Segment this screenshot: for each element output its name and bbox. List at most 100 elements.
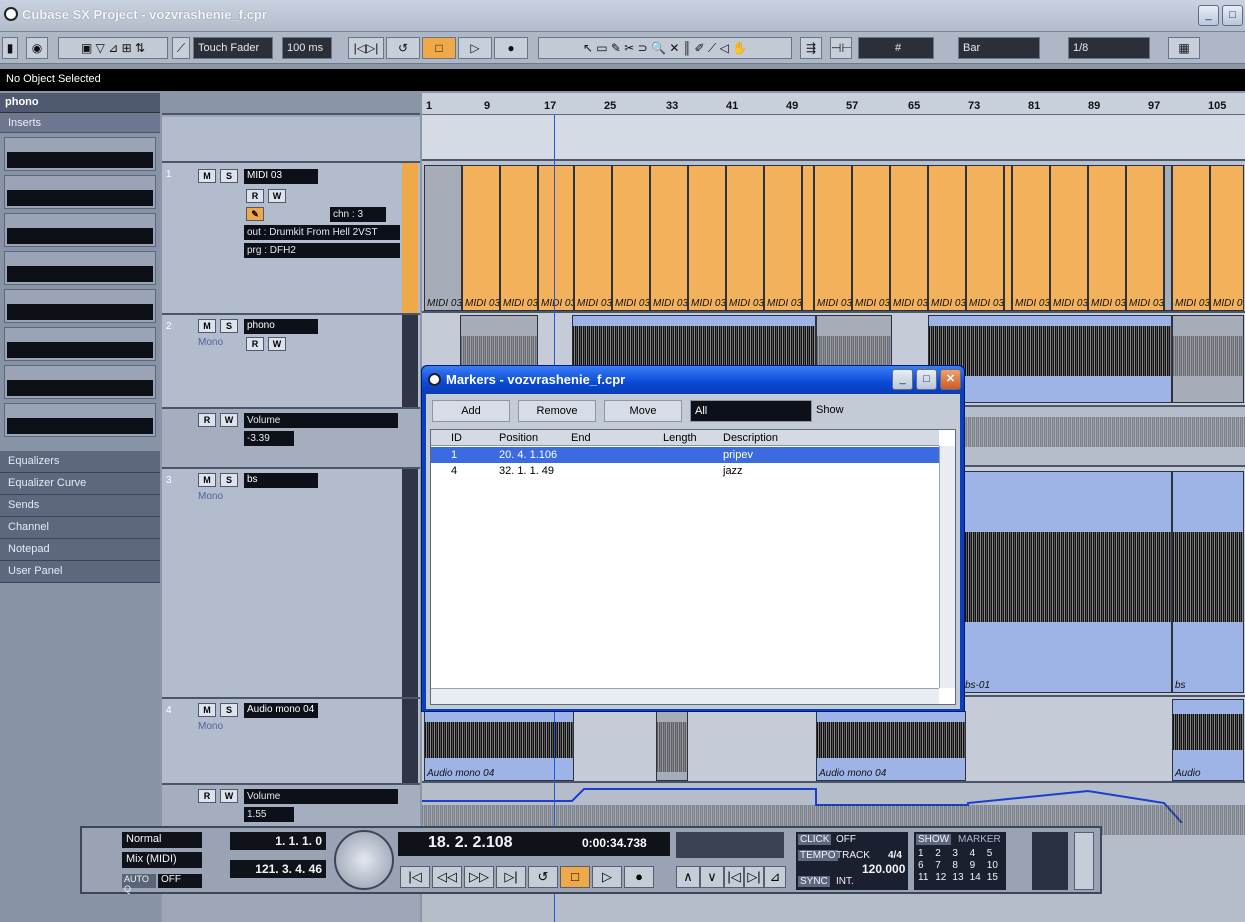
column-header[interactable]: Description — [723, 432, 778, 444]
read-button[interactable]: R — [198, 413, 216, 427]
midi-part[interactable]: MIDI 03 — [462, 165, 500, 311]
record-button[interactable]: ● — [624, 866, 654, 888]
vertical-scrollbar[interactable] — [939, 446, 955, 688]
track-select-strip[interactable] — [402, 163, 418, 313]
click-label[interactable]: CLICK — [798, 834, 832, 845]
equalizers-section[interactable]: Equalizers — [0, 451, 160, 473]
show-markers-button[interactable]: SHOW — [916, 834, 952, 845]
equalizer-curve-section[interactable]: Equalizer Curve — [0, 473, 160, 495]
column-header[interactable]: ID — [451, 432, 462, 444]
automation-parameter-select[interactable]: Volume — [244, 789, 398, 804]
midi-part[interactable]: MIDI 03 — [538, 165, 574, 311]
midi-lane[interactable]: MIDI 03 MIDI 03 MIDI 03 MIDI 03 MIDI 03 … — [422, 161, 1245, 313]
midi-part[interactable]: MIDI 03 — [726, 165, 764, 311]
write-button[interactable]: W — [268, 189, 286, 203]
insert-slot[interactable] — [4, 137, 156, 171]
cycle-button[interactable]: ↺ — [386, 37, 420, 59]
stop-button[interactable]: □ — [560, 866, 590, 888]
mute-button[interactable]: M — [198, 473, 216, 487]
midi-part[interactable]: MIDI 03 — [688, 165, 726, 311]
midi-part[interactable]: MIDI 03 — [1088, 165, 1126, 311]
constrain-delay-icon[interactable]: ◉ — [26, 37, 48, 59]
write-button[interactable]: W — [268, 337, 286, 351]
track-select-strip[interactable] — [402, 469, 418, 697]
marker-locate-button[interactable]: 4 — [970, 848, 987, 859]
solo-button[interactable]: S — [220, 473, 238, 487]
goto-start-button[interactable]: |◁ — [400, 866, 430, 888]
ruler[interactable]: 1 9 17 25 33 41 49 57 65 73 81 89 97 105 — [422, 93, 1245, 115]
insert-slot[interactable] — [4, 365, 156, 399]
markers-title-bar[interactable]: Markers - vozvrashenie_f.cpr _ □ ✕ — [422, 366, 964, 394]
midi-part[interactable]: MIDI 03 — [1126, 165, 1164, 311]
midi-part[interactable]: MIDI 03 — [650, 165, 688, 311]
midi-output-field[interactable]: out : Drumkit From Hell 2VST — [244, 225, 400, 240]
marker-locate-button[interactable]: 6 — [918, 860, 935, 871]
midi-part[interactable]: MIDI 03 — [764, 165, 802, 311]
marker-locate-button[interactable]: 8 — [952, 860, 969, 871]
column-header[interactable]: End — [571, 432, 591, 444]
audio-part[interactable]: Audio mono 04 — [816, 711, 966, 781]
grid-type-select[interactable]: # — [858, 37, 934, 59]
midi-part[interactable]: MIDI 03 — [852, 165, 890, 311]
audio-part[interactable]: Audio — [1172, 699, 1244, 781]
insert-slot[interactable] — [4, 327, 156, 361]
stop-button[interactable]: □ — [422, 37, 456, 59]
insert-slot[interactable] — [4, 213, 156, 247]
marker-locate-button[interactable]: 2 — [935, 848, 952, 859]
audio-part[interactable]: bs — [1172, 471, 1244, 693]
midi-part[interactable]: MIDI 03 — [424, 165, 462, 311]
next-marker-button[interactable]: ▷| — [744, 866, 764, 888]
marker-lane[interactable] — [422, 115, 1245, 161]
insert-slot[interactable] — [4, 289, 156, 323]
midi-part[interactable] — [802, 165, 814, 311]
read-button[interactable]: R — [246, 189, 264, 203]
automation-parameter-select[interactable]: Volume — [244, 413, 398, 428]
midi-part[interactable]: MIDI 03 — [500, 165, 538, 311]
solo-button[interactable]: S — [220, 169, 238, 183]
midi-part[interactable]: MIDI 03 — [1210, 165, 1244, 311]
rewind-button[interactable]: ◁◁ — [432, 866, 462, 888]
midi-part[interactable]: MIDI 03 — [966, 165, 1004, 311]
audio-part[interactable]: bs-01 — [962, 471, 1172, 693]
maximize-button[interactable]: □ — [1222, 5, 1243, 26]
midi-part[interactable]: MIDI 03 — [1172, 165, 1210, 311]
maximize-button[interactable]: □ — [916, 369, 937, 390]
track-bs[interactable]: 3 M S bs Mono — [162, 469, 420, 699]
marker-locate-button[interactable]: 5 — [987, 848, 1004, 859]
audio-part[interactable] — [656, 711, 688, 781]
close-button[interactable]: ✕ — [940, 369, 961, 390]
mute-button[interactable]: M — [198, 169, 216, 183]
goto-start-button[interactable]: |◁▷| — [348, 37, 384, 59]
sends-section[interactable]: Sends — [0, 495, 160, 517]
marker-track[interactable] — [162, 117, 420, 163]
mute-button[interactable]: M — [198, 319, 216, 333]
table-row[interactable]: 4 32. 1. 1. 49 jazz — [431, 463, 939, 479]
prev-marker-button[interactable]: |◁ — [724, 866, 744, 888]
tempo-label[interactable]: TEMPO — [798, 850, 838, 861]
insert-slot[interactable] — [4, 251, 156, 285]
nudge-up-button[interactable]: ∧ — [676, 866, 700, 888]
minimize-button[interactable]: _ — [1198, 5, 1219, 26]
automation-mode-select[interactable]: Touch Fader — [193, 37, 273, 59]
notepad-section[interactable]: Notepad — [0, 539, 160, 561]
write-button[interactable]: W — [220, 789, 238, 803]
column-header[interactable]: Length — [663, 432, 697, 444]
track-select-strip[interactable] — [402, 699, 418, 783]
channel-select[interactable]: chn : 3 — [330, 207, 386, 222]
cycle-record-mode-select[interactable]: Mix (MIDI) — [122, 852, 202, 868]
play-button[interactable]: ▷ — [592, 866, 622, 888]
marker-locate-button[interactable]: 13 — [952, 872, 969, 883]
automation-lane-volume[interactable]: R W Volume -3.39 — [162, 409, 420, 469]
marker-locate-button[interactable]: 10 — [987, 860, 1004, 871]
jog-shuttle-wheel[interactable] — [334, 830, 394, 890]
colors-button[interactable]: ▦ — [1168, 37, 1200, 59]
track-name[interactable]: Audio mono 04 — [244, 703, 318, 718]
insert-slot[interactable] — [4, 175, 156, 209]
edit-icon[interactable]: ✎ — [246, 207, 264, 221]
left-locator[interactable]: 1. 1. 1. 0 — [230, 832, 326, 850]
marker-locate-button[interactable]: 15 — [987, 872, 1004, 883]
channel-section[interactable]: Channel — [0, 517, 160, 539]
column-header[interactable]: Position — [499, 432, 538, 444]
write-button[interactable]: W — [220, 413, 238, 427]
autoscroll-icon[interactable]: ⇶ — [800, 37, 822, 59]
